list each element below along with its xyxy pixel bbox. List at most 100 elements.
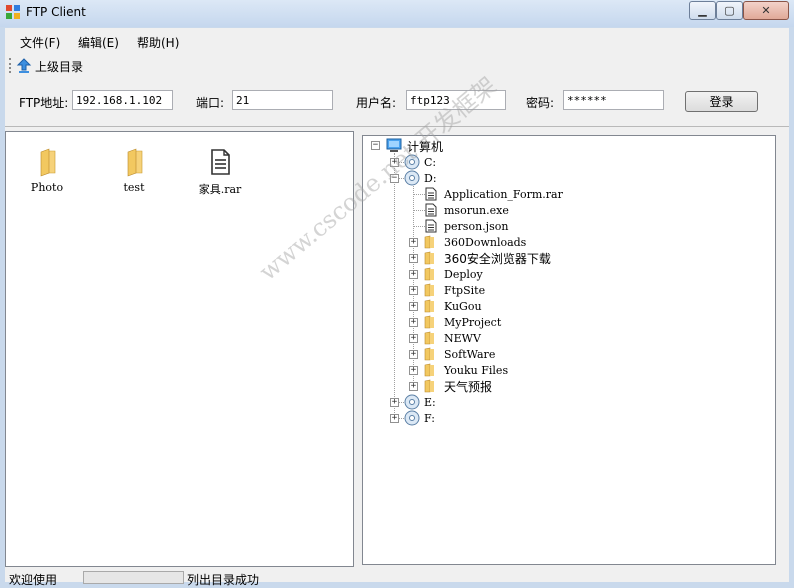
up-arrow-icon	[16, 58, 32, 73]
login-button[interactable]: 登录	[685, 91, 758, 112]
tree-node-drive-f[interactable]: F:	[404, 410, 435, 426]
folder-icon	[424, 347, 434, 361]
toolbar	[5, 55, 789, 77]
maximize-icon: ▢	[724, 4, 735, 17]
password-input[interactable]: ******	[563, 90, 664, 110]
menu-help[interactable]: 帮助(H)	[137, 34, 179, 51]
folder-icon	[424, 251, 434, 265]
folder-icon	[424, 379, 434, 393]
title-bar[interactable]	[0, 0, 794, 27]
tree-node-folder[interactable]: 天气预报	[421, 378, 492, 394]
file-item-test[interactable]: test	[99, 146, 169, 194]
tree-connector	[413, 194, 425, 195]
status-progress-bar	[83, 571, 184, 584]
tree-label: 360安全浏览器下载	[444, 251, 551, 266]
drive-icon	[404, 410, 420, 426]
expand-toggle[interactable]: +	[409, 238, 418, 247]
tree-label: Youku Files	[444, 363, 509, 377]
tree-label: 360Downloads	[444, 235, 527, 249]
minimize-button[interactable]: ▁	[689, 1, 716, 20]
close-button[interactable]: ✕	[743, 1, 789, 20]
up-directory-label: 上级目录	[35, 59, 84, 74]
close-icon: ✕	[761, 4, 771, 17]
folder-icon	[424, 299, 434, 313]
file-icon	[211, 149, 230, 175]
tree-node-folder[interactable]: FtpSite	[421, 282, 485, 298]
tree-label: Application_Form.rar	[444, 187, 563, 201]
up-directory-button[interactable]: 上级目录	[16, 57, 83, 75]
expand-toggle[interactable]: +	[409, 254, 418, 263]
file-name: Photo	[30, 181, 64, 194]
tree-node-drive-e[interactable]: E:	[404, 394, 436, 410]
folder-icon	[424, 363, 434, 377]
expand-toggle[interactable]: +	[390, 398, 399, 407]
tree-node-file[interactable]: Application_Form.rar	[425, 186, 563, 202]
folder-icon	[424, 283, 434, 297]
expand-toggle[interactable]: +	[409, 302, 418, 311]
tree-connector	[394, 153, 395, 419]
app-icon	[6, 5, 20, 19]
password-label: 密码:	[526, 96, 555, 110]
collapse-toggle[interactable]: −	[371, 141, 380, 150]
folder-icon	[424, 235, 434, 249]
tree-label: msorun.exe	[444, 203, 509, 217]
port-label: 端口:	[196, 96, 225, 110]
folder-icon	[424, 331, 434, 345]
username-label: 用户名:	[356, 96, 397, 110]
tree-label: Deploy	[444, 267, 483, 281]
tree-node-drive-d[interactable]: D:	[404, 170, 437, 186]
tree-label: E:	[424, 395, 436, 409]
expand-toggle[interactable]: +	[409, 350, 418, 359]
tree-node-folder[interactable]: SoftWare	[421, 346, 495, 362]
ftp-address-label: FTP地址:	[19, 96, 69, 110]
tree-label: F:	[424, 411, 435, 425]
maximize-button[interactable]: ▢	[716, 1, 743, 20]
file-icon	[425, 203, 437, 217]
tree-label: KuGou	[444, 299, 482, 313]
tree-node-folder[interactable]: 360Downloads	[421, 234, 526, 250]
tree-label: SoftWare	[444, 347, 496, 361]
folder-icon	[424, 315, 434, 329]
file-item-rar[interactable]: 家具.rar	[185, 146, 255, 197]
expand-toggle[interactable]: +	[409, 270, 418, 279]
tree-label: NEWV	[444, 331, 481, 345]
file-name: 家具.rar	[198, 183, 242, 196]
expand-toggle[interactable]: +	[409, 286, 418, 295]
status-welcome: 欢迎使用	[9, 573, 58, 587]
drive-icon	[404, 394, 420, 410]
toolbar-grip[interactable]	[9, 58, 13, 73]
minimize-icon: ▁	[698, 4, 707, 17]
tree-node-folder[interactable]: Youku Files	[421, 362, 508, 378]
menu-bar: 文件(F) 编辑(E) 帮助(H)	[5, 32, 789, 52]
tree-node-folder[interactable]: 360安全浏览器下载	[421, 250, 551, 266]
file-icon	[425, 219, 437, 233]
expand-toggle[interactable]: +	[409, 382, 418, 391]
tree-label: 天气预报	[444, 379, 493, 394]
file-item-photo[interactable]: Photo	[12, 146, 82, 194]
file-icon	[425, 187, 437, 201]
tree-label: D:	[424, 171, 437, 185]
tree-label: MyProject	[444, 315, 502, 329]
port-input[interactable]: 21	[232, 90, 333, 110]
expand-toggle[interactable]: +	[409, 318, 418, 327]
folder-icon	[424, 267, 434, 281]
remote-file-list[interactable]	[5, 131, 354, 567]
expand-toggle[interactable]: +	[409, 334, 418, 343]
tree-node-file[interactable]: msorun.exe	[425, 202, 509, 218]
tree-label: FtpSite	[444, 283, 486, 297]
tree-connector	[413, 210, 425, 211]
status-message: 列出目录成功	[187, 573, 260, 587]
expand-toggle[interactable]: +	[390, 414, 399, 423]
expand-toggle[interactable]: +	[409, 366, 418, 375]
ftp-address-input[interactable]: 192.168.1.102	[72, 90, 173, 110]
tree-node-folder[interactable]: KuGou	[421, 298, 482, 314]
tree-node-folder[interactable]: Deploy	[421, 266, 483, 282]
file-name: test	[123, 181, 145, 194]
tree-node-folder[interactable]: NEWV	[421, 330, 481, 346]
tree-node-folder[interactable]: MyProject	[421, 314, 501, 330]
window-title: FTP Client	[26, 5, 86, 19]
tree-node-file[interactable]: person.json	[425, 218, 508, 234]
tree-connector	[413, 226, 425, 227]
menu-file[interactable]: 文件(F)	[20, 34, 60, 51]
menu-edit[interactable]: 编辑(E)	[78, 34, 119, 51]
